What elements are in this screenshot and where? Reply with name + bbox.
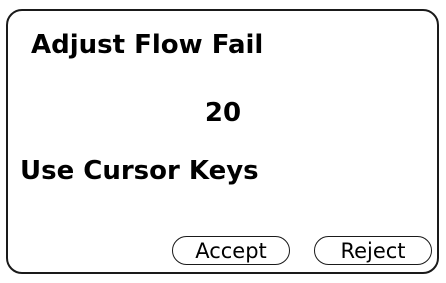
flow-value: 20 bbox=[204, 98, 242, 128]
reject-button[interactable]: Reject bbox=[314, 236, 432, 265]
accept-button[interactable]: Accept bbox=[172, 236, 290, 265]
instruction-text: Use Cursor Keys bbox=[20, 156, 259, 186]
screen-title: Adjust Flow Fail bbox=[31, 30, 264, 60]
